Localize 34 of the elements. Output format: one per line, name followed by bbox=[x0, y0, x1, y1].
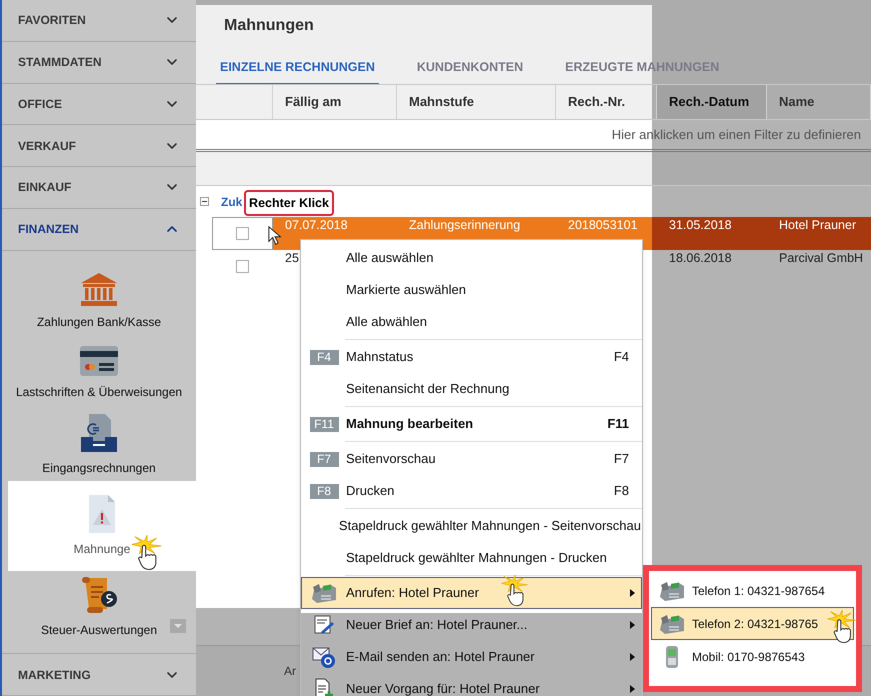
table-cell: Hotel Prauner bbox=[779, 218, 856, 232]
menu-item-label: E-Mail senden an: Hotel Prauner bbox=[346, 648, 535, 666]
footer-text: Ar bbox=[284, 663, 296, 680]
table-cell: 31.05.2018 bbox=[669, 218, 732, 232]
menu-item-label: Markierte auswählen bbox=[346, 281, 466, 300]
shortcut-label: F4 bbox=[614, 348, 630, 366]
menu-item-label: Stapeldruck gewählter Mahnungen - Seitenvorschau bbox=[338, 517, 641, 536]
menu-item-label: Drucken bbox=[346, 482, 394, 500]
key-badge: F11 bbox=[310, 416, 338, 432]
table-cell: Zahlungserinnerung bbox=[409, 218, 520, 232]
page-title: Mahnungen bbox=[224, 16, 315, 36]
menu-item-label: Anrufen: Hotel Prauner bbox=[346, 584, 479, 602]
table-cell: 2018053101 bbox=[568, 218, 638, 232]
menu-item-label: Stapeldruck gewählter Mahnungen - Drucken bbox=[346, 549, 607, 568]
menu-item-label: Mahnung bearbeiten bbox=[346, 415, 474, 434]
key-badge: F4 bbox=[310, 350, 338, 364]
menu-item-label: Neuer Vorgang für: Hotel Prauner bbox=[346, 680, 540, 696]
shortcut-label: F7 bbox=[614, 450, 630, 468]
callout: Rechter Klick bbox=[244, 190, 334, 216]
table-cell: 25 bbox=[285, 251, 299, 265]
key-badge: F8 bbox=[310, 484, 338, 498]
shortcut-label: F8 bbox=[614, 482, 630, 500]
table-cell: 18.06.2018 bbox=[669, 251, 732, 265]
menu-item-label: Neuer Brief an: Hotel Prauner... bbox=[346, 616, 528, 634]
table-cell: Parcival GmbH bbox=[779, 251, 864, 265]
menu-item-label: Seitenansicht der Rechnung bbox=[346, 380, 510, 398]
menu-item-label: Alle abwählen bbox=[346, 313, 427, 332]
menu-item-label: Alle auswählen bbox=[346, 249, 434, 268]
key-badge: F7 bbox=[310, 452, 338, 466]
group-label: Zuk bbox=[221, 194, 242, 210]
shortcut-label: F11 bbox=[607, 415, 630, 434]
table-cell: 07.07.2018 bbox=[285, 218, 348, 232]
menu-item-label: Seitenvorschau bbox=[346, 450, 436, 468]
menu-item-label: Mahnstatus bbox=[346, 348, 414, 366]
